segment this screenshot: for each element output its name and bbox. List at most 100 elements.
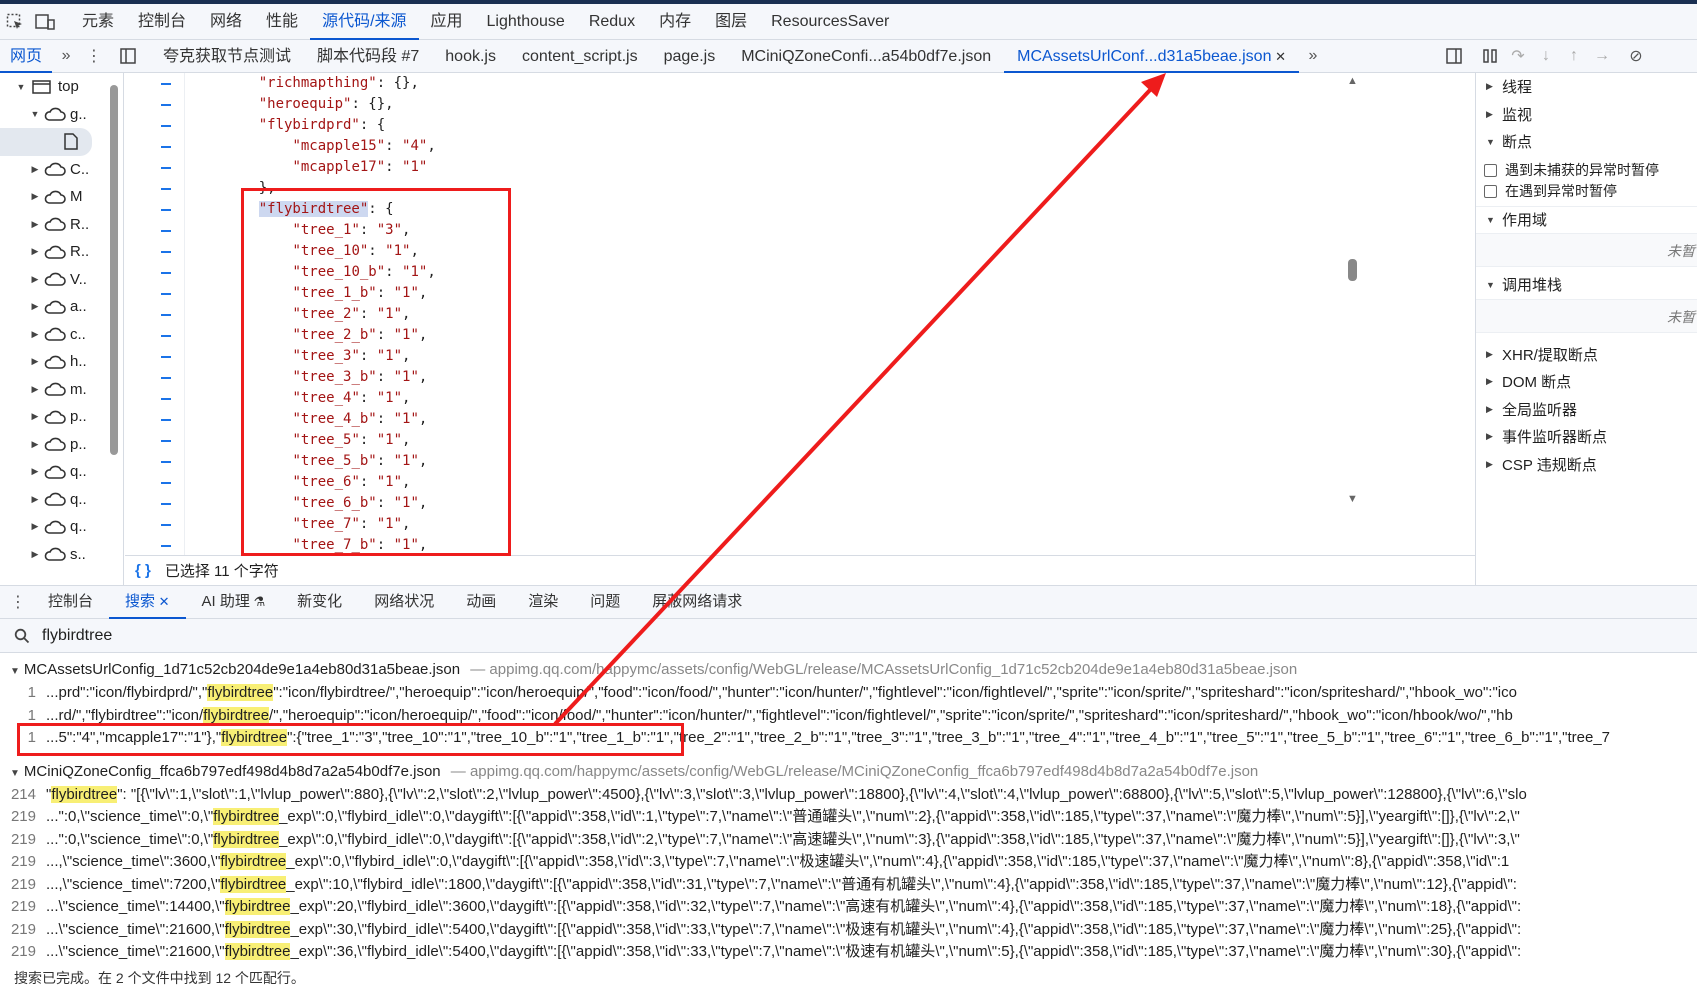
- deactivate-breakpoints-icon[interactable]: ⊘: [1622, 42, 1650, 70]
- nav-folder[interactable]: ▶ h..: [0, 348, 123, 376]
- nav-folder[interactable]: ▶ a..: [0, 293, 123, 321]
- nav-folder[interactable]: ▶ s..: [0, 541, 123, 569]
- nav-folder[interactable]: ▶ M: [0, 183, 123, 211]
- expand-arrow-icon[interactable]: ▶: [28, 549, 42, 560]
- file-tab[interactable]: MCAssetsUrlConf...d31a5beae.json ✕: [1004, 40, 1299, 73]
- result-line[interactable]: 214 "flybirdtree": "[{\"lv\":1,\"slot\":1…: [0, 784, 1697, 807]
- editor-scrollbar-thumb[interactable]: [1348, 259, 1357, 281]
- expand-arrow-icon[interactable]: ▼: [14, 82, 28, 92]
- main-tab[interactable]: 控制台: [126, 4, 198, 40]
- file-tab[interactable]: content_script.js: [509, 40, 651, 73]
- expand-arrow-icon[interactable]: ▶: [28, 246, 42, 257]
- expand-arrow-icon[interactable]: ▶: [28, 274, 42, 285]
- debugger-section[interactable]: ▼ 断点: [1476, 128, 1697, 156]
- drawer-tab[interactable]: 网络状况: [358, 585, 450, 619]
- debugger-section[interactable]: ▶ 事件监听器断点: [1476, 423, 1697, 451]
- file-tab[interactable]: page.js: [651, 40, 729, 73]
- section-callstack[interactable]: ▼ 调用堆栈: [1476, 271, 1697, 299]
- main-tab[interactable]: 源代码/来源: [310, 4, 419, 40]
- toggle-navigator-icon[interactable]: [114, 42, 142, 70]
- result-line[interactable]: 219 ...,\"science_time\":3600,\"flybirdtr…: [0, 851, 1697, 874]
- main-tab[interactable]: ResourcesSaver: [759, 4, 901, 40]
- nav-folder[interactable]: ▶ V..: [0, 266, 123, 294]
- result-line[interactable]: 1 ...rd/","flybirdtree":"icon/flybirdtree…: [0, 705, 1697, 728]
- result-file-header[interactable]: ▼ MCAssetsUrlConfig_1d71c52cb204de9e1a4eb…: [0, 658, 1697, 682]
- more-file-tabs-chevron-icon[interactable]: »: [1299, 42, 1327, 70]
- drawer-tab[interactable]: 屏蔽网络请求: [636, 585, 758, 619]
- expand-arrow-icon[interactable]: ▶: [28, 521, 42, 532]
- nav-folder[interactable]: ▼ g..: [0, 101, 123, 129]
- step-into-icon[interactable]: ↓: [1532, 42, 1560, 70]
- drawer-tab[interactable]: AI 助理 ⚗: [186, 585, 282, 619]
- result-line[interactable]: 219 ...,\"science_time\":7200,\"flybirdtr…: [0, 874, 1697, 897]
- checkbox[interactable]: [1484, 184, 1497, 198]
- navigator-tab-page[interactable]: 网页: [0, 40, 53, 73]
- expand-arrow-icon[interactable]: ▶: [28, 219, 42, 230]
- nav-folder[interactable]: ▶ R..: [0, 211, 123, 239]
- drawer-tab[interactable]: 动画: [450, 585, 512, 619]
- more-tabs-chevron-icon[interactable]: »: [52, 42, 80, 70]
- file-tab[interactable]: 脚本代码段 #7: [304, 40, 432, 73]
- checkbox[interactable]: [1484, 163, 1497, 177]
- scroll-down-arrow-icon[interactable]: ▼: [1347, 493, 1358, 505]
- nav-folder[interactable]: ▶ q..: [0, 458, 123, 486]
- close-icon[interactable]: ✕: [155, 594, 170, 609]
- expand-arrow-icon[interactable]: ▶: [28, 164, 42, 175]
- file-tab[interactable]: 夸克获取节点测试: [150, 40, 304, 73]
- search-input[interactable]: flybirdtree: [42, 627, 112, 645]
- debugger-section[interactable]: ▶ XHR/提取断点: [1476, 341, 1697, 369]
- expand-arrow-icon[interactable]: ▶: [28, 384, 42, 395]
- main-tab[interactable]: 元素: [70, 4, 126, 40]
- nav-folder[interactable]: ▶ p..: [0, 403, 123, 431]
- nav-folder[interactable]: ▶ p..: [0, 431, 123, 459]
- result-line[interactable]: 219 ...\"science_time\":14400,\"flybirdtr…: [0, 896, 1697, 919]
- nav-folder[interactable]: ▶ c..: [0, 321, 123, 349]
- main-tab[interactable]: Redux: [577, 4, 647, 40]
- result-line[interactable]: 219 ...\"science_time\":21600,\"flybirdtr…: [0, 941, 1697, 964]
- drawer-tab[interactable]: 渲染: [512, 585, 574, 619]
- result-line[interactable]: 219 ...":0,\"science_time\":0,\"flybirdtr…: [0, 829, 1697, 852]
- drawer-tab[interactable]: 控制台: [32, 585, 109, 619]
- drawer-tab[interactable]: 问题: [574, 585, 636, 619]
- debugger-section[interactable]: ▶ 线程: [1476, 73, 1697, 101]
- nav-folder[interactable]: ▶ m.: [0, 376, 123, 404]
- nav-top-frame[interactable]: ▼ top: [0, 73, 123, 101]
- nav-folder[interactable]: ▶ R..: [0, 238, 123, 266]
- pretty-print-icon[interactable]: { }: [135, 562, 151, 579]
- expand-arrow-icon[interactable]: ▶: [28, 301, 42, 312]
- drawer-tab[interactable]: 新变化: [281, 585, 358, 619]
- main-tab[interactable]: 性能: [254, 4, 310, 40]
- main-tab[interactable]: Lighthouse: [475, 4, 577, 40]
- triangle-icon[interactable]: ▼: [10, 666, 20, 677]
- scroll-up-arrow-icon[interactable]: ▲: [1347, 75, 1358, 87]
- main-tab[interactable]: 内存: [647, 4, 703, 40]
- pause-exception-checkbox[interactable]: 遇到未捕获的异常时暂停: [1476, 160, 1697, 181]
- result-line[interactable]: 1 ...5":"4","mcapple17":"1"},"flybirdtree…: [0, 727, 1697, 750]
- expand-arrow-icon[interactable]: ▶: [28, 411, 42, 422]
- section-scope[interactable]: ▼ 作用域: [1476, 205, 1697, 234]
- expand-arrow-icon[interactable]: ▶: [28, 329, 42, 340]
- expand-arrow-icon[interactable]: ▶: [28, 494, 42, 505]
- expand-arrow-icon[interactable]: ▼: [28, 109, 42, 119]
- step-icon[interactable]: →: [1588, 42, 1616, 70]
- main-tab[interactable]: 图层: [703, 4, 759, 40]
- main-tab[interactable]: 网络: [198, 4, 254, 40]
- close-icon[interactable]: ✕: [1271, 49, 1286, 64]
- pause-icon[interactable]: [1476, 42, 1504, 70]
- nav-file-selected[interactable]: [0, 128, 92, 156]
- drawer-menu-icon[interactable]: ⋮: [4, 588, 32, 616]
- result-line[interactable]: 1 ...prd":"icon/flybirdprd/","flybirdtree…: [0, 682, 1697, 705]
- pause-exception-checkbox[interactable]: 在遇到异常时暂停: [1476, 181, 1697, 202]
- step-out-icon[interactable]: ↑: [1560, 42, 1588, 70]
- step-over-icon[interactable]: ↷: [1504, 42, 1532, 70]
- expand-arrow-icon[interactable]: ▶: [28, 191, 42, 202]
- code-content[interactable]: "richmapthing": {}, "heroequip": {}, "fl…: [225, 73, 436, 555]
- nav-folder[interactable]: ▶ q..: [0, 486, 123, 514]
- expand-arrow-icon[interactable]: ▶: [28, 466, 42, 477]
- debugger-section[interactable]: ▶ 监视: [1476, 101, 1697, 129]
- debugger-section[interactable]: ▶ CSP 违规断点: [1476, 451, 1697, 479]
- debugger-section[interactable]: ▶ 全局监听器: [1476, 396, 1697, 424]
- device-toolbar-icon[interactable]: [30, 7, 60, 37]
- nav-folder[interactable]: ▶ q..: [0, 513, 123, 541]
- triangle-icon[interactable]: ▼: [10, 768, 20, 779]
